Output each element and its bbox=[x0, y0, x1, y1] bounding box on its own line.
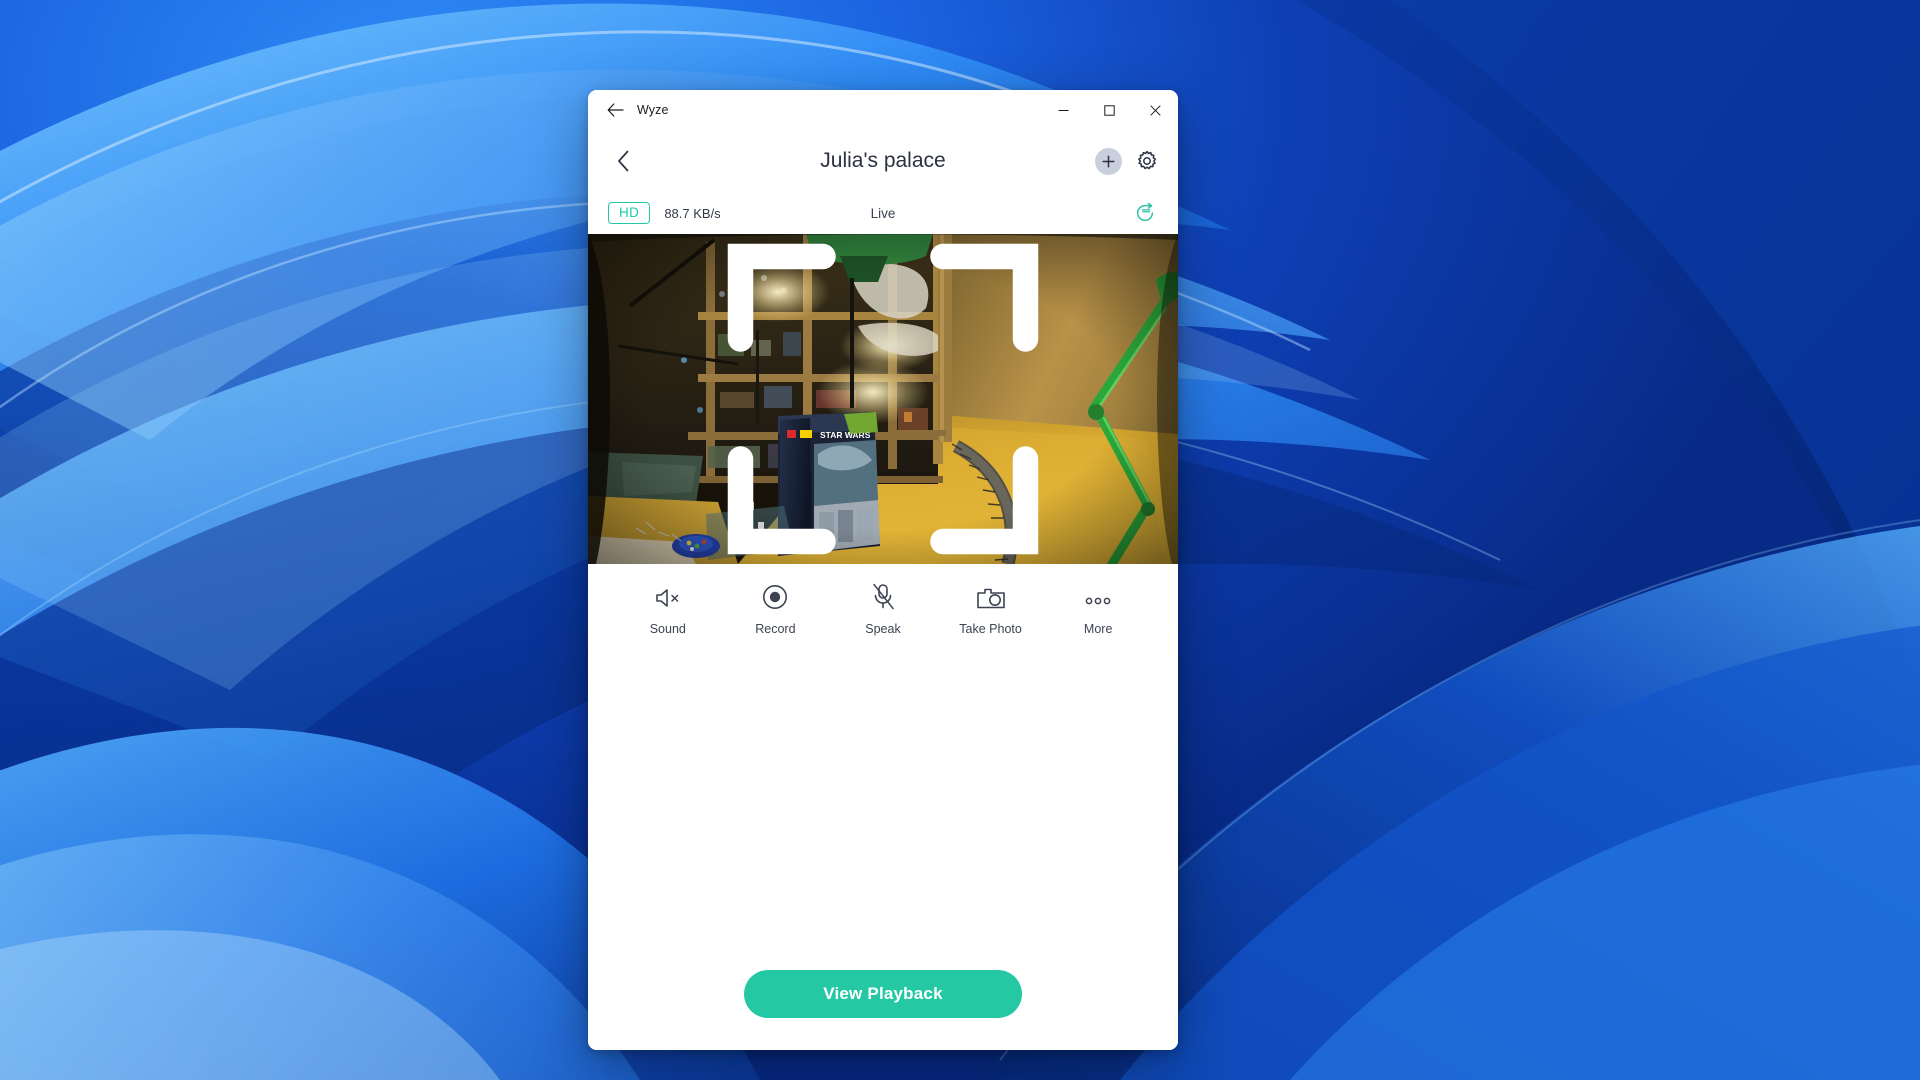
maximize-icon bbox=[1103, 104, 1115, 116]
control-label: Speak bbox=[865, 622, 901, 636]
app-header: Julia's palace bbox=[588, 130, 1178, 192]
content-spacer bbox=[588, 636, 1178, 970]
microphone-muted-icon bbox=[870, 580, 896, 610]
close-icon bbox=[1149, 104, 1161, 116]
rotate-flip-button[interactable] bbox=[1132, 200, 1158, 226]
control-more[interactable]: More bbox=[1044, 580, 1152, 636]
view-playback-button[interactable]: View Playback bbox=[744, 970, 1022, 1018]
control-record[interactable]: Record bbox=[722, 580, 830, 636]
page-title: Julia's palace bbox=[820, 149, 946, 172]
ellipsis-icon bbox=[1083, 580, 1113, 610]
arrow-left-icon bbox=[607, 103, 624, 117]
wyze-app-window: Wyze Julia's palace HD 88.7 KB/s Live So… bbox=[588, 90, 1178, 1050]
gear-icon bbox=[1138, 150, 1157, 170]
add-device-button[interactable] bbox=[1095, 147, 1122, 175]
close-button[interactable] bbox=[1132, 90, 1178, 130]
header-actions bbox=[1095, 147, 1160, 175]
maximize-button[interactable] bbox=[1086, 90, 1132, 130]
control-take-photo[interactable]: Take Photo bbox=[937, 580, 1045, 636]
record-circle-icon bbox=[762, 580, 788, 610]
control-label: More bbox=[1083, 622, 1113, 636]
bitrate-label: 88.7 KB/s bbox=[664, 205, 721, 221]
fullscreen-expand-icon[interactable] bbox=[588, 234, 1178, 564]
minimize-button[interactable] bbox=[1040, 90, 1086, 130]
speaker-muted-icon bbox=[654, 580, 682, 610]
quality-badge[interactable]: HD bbox=[608, 202, 651, 224]
titlebar-app-title: Wyze bbox=[637, 103, 669, 117]
chevron-left-icon bbox=[617, 150, 628, 172]
control-label: Record bbox=[755, 622, 796, 636]
titlebar-back-button[interactable] bbox=[598, 95, 632, 125]
control-speak[interactable]: Speak bbox=[829, 580, 937, 636]
window-controls bbox=[1040, 90, 1178, 130]
control-label: Take Photo bbox=[959, 622, 1022, 636]
window-titlebar: Wyze bbox=[588, 90, 1178, 130]
header-back-button[interactable] bbox=[606, 144, 640, 178]
control-label: Sound bbox=[649, 622, 686, 636]
control-sound[interactable]: Sound bbox=[614, 580, 722, 636]
plus-circle-icon bbox=[1102, 154, 1115, 168]
settings-button[interactable] bbox=[1134, 148, 1160, 174]
rotate-flip-icon bbox=[1136, 202, 1154, 222]
window-footer: View Playback bbox=[588, 970, 1178, 1050]
camera-icon bbox=[976, 580, 1006, 610]
live-video-feed[interactable]: STAR WARS bbox=[588, 234, 1178, 564]
minimize-icon bbox=[1058, 109, 1068, 111]
camera-controls-bar: Sound Record Speak Take Photo More bbox=[588, 564, 1178, 636]
stream-status-bar: HD 88.7 KB/s Live bbox=[588, 192, 1178, 234]
